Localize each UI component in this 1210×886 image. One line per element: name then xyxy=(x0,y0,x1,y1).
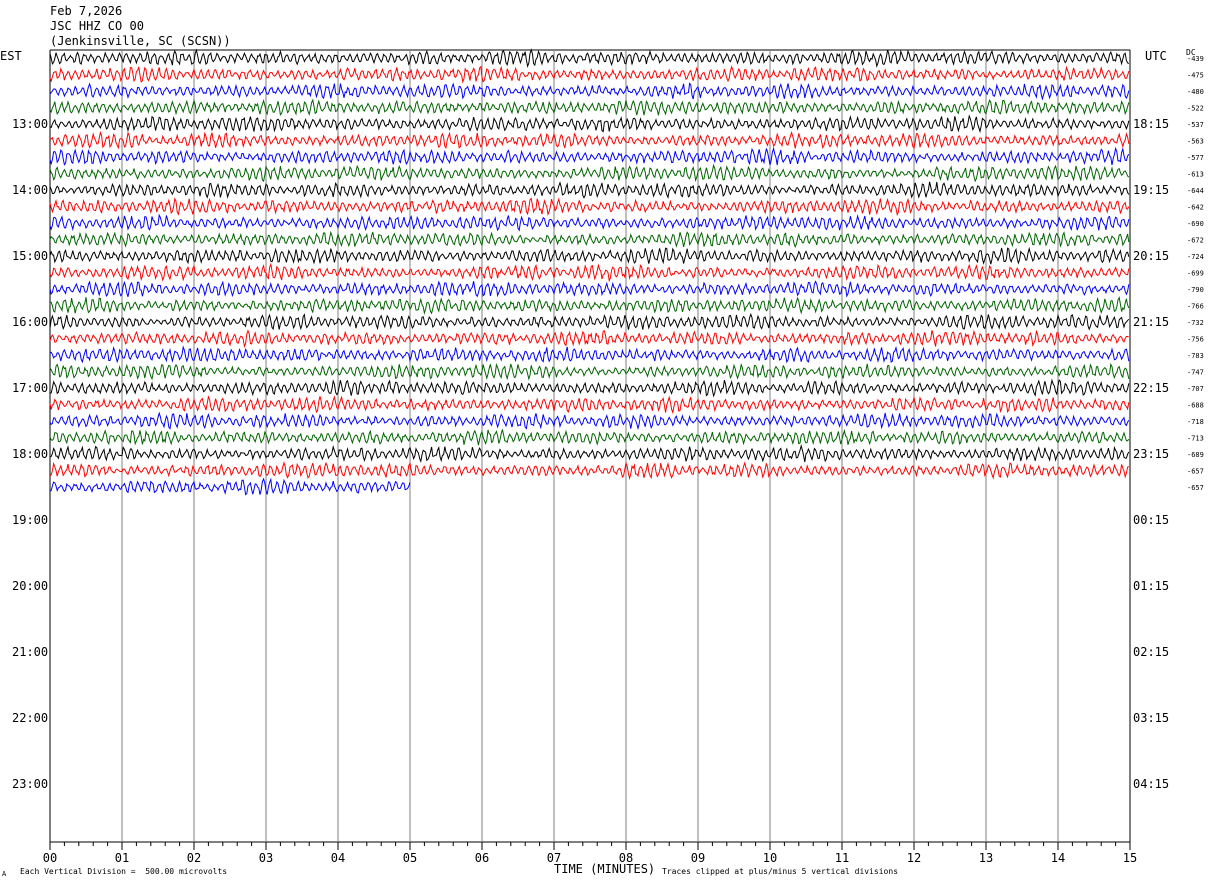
dc-offset-label: -718 xyxy=(1187,418,1204,426)
right-hour-label: 20:15 xyxy=(1133,249,1169,263)
trace-row-15 xyxy=(49,296,1130,315)
trace-row-6 xyxy=(49,146,1130,166)
vertical-division-note: Each Vertical Division = 500.00 microvol… xyxy=(20,867,228,876)
trace-row-20 xyxy=(49,378,1130,398)
x-tick-label: 11 xyxy=(835,851,849,865)
left-hour-label: 16:00 xyxy=(12,315,48,329)
x-tick-label: 03 xyxy=(259,851,273,865)
trace-row-3 xyxy=(49,98,1130,116)
left-hour-label: 15:00 xyxy=(12,249,48,263)
trace-row-2 xyxy=(49,82,1130,101)
dc-offset-label: -439 xyxy=(1187,55,1204,63)
trace-row-0 xyxy=(49,48,1130,68)
left-hour-label: 23:00 xyxy=(12,777,48,791)
trace-row-10 xyxy=(49,213,1130,232)
dc-offset-label: -783 xyxy=(1187,352,1204,360)
dc-offset-label: -657 xyxy=(1187,484,1204,492)
dc-offset-label: -613 xyxy=(1187,171,1204,179)
dc-offset-label: -699 xyxy=(1187,270,1204,278)
trace-row-25 xyxy=(49,461,1130,481)
dc-offset-label: -475 xyxy=(1187,72,1204,80)
left-hour-label: 19:00 xyxy=(12,513,48,527)
trace-row-8 xyxy=(49,181,1130,199)
dc-offset-label: -732 xyxy=(1187,319,1204,327)
trace-row-12 xyxy=(49,246,1130,265)
right-hour-label: 23:15 xyxy=(1133,447,1169,461)
trace-row-1 xyxy=(49,65,1130,84)
trace-row-22 xyxy=(49,411,1130,431)
x-axis-label: TIME (MINUTES) xyxy=(554,862,656,876)
right-hour-label: 01:15 xyxy=(1133,579,1169,593)
dc-offset-label: -672 xyxy=(1187,237,1204,245)
dc-offset-label: -522 xyxy=(1187,105,1204,113)
trace-row-16 xyxy=(49,312,1130,331)
right-hour-label: 22:15 xyxy=(1133,381,1169,395)
dc-offset-label: -707 xyxy=(1187,385,1204,393)
x-tick-label: 15 xyxy=(1123,851,1137,865)
dc-offset-label: -724 xyxy=(1187,253,1204,261)
trace-row-4 xyxy=(49,114,1130,134)
trace-row-13 xyxy=(49,262,1130,283)
right-hour-label: 00:15 xyxy=(1133,513,1169,527)
x-tick-label: 04 xyxy=(331,851,345,865)
right-hour-label: 04:15 xyxy=(1133,777,1169,791)
dc-offset-label: -756 xyxy=(1187,336,1204,344)
x-tick-label: 10 xyxy=(763,851,777,865)
trace-row-26 xyxy=(49,477,411,496)
trace-row-23 xyxy=(49,428,1130,446)
x-tick-label: 02 xyxy=(187,851,201,865)
x-tick-label: 14 xyxy=(1051,851,1065,865)
trace-row-18 xyxy=(49,345,1130,364)
dc-offset-label: -644 xyxy=(1187,187,1204,195)
dc-offset-label: -657 xyxy=(1187,468,1204,476)
trace-row-9 xyxy=(49,197,1130,217)
right-hour-label: 21:15 xyxy=(1133,315,1169,329)
left-hour-label: 17:00 xyxy=(12,381,48,395)
trace-row-5 xyxy=(49,130,1130,150)
dc-offset-label: -766 xyxy=(1187,303,1204,311)
dc-offset-label: -480 xyxy=(1187,88,1204,96)
left-hour-label: 20:00 xyxy=(12,579,48,593)
x-tick-label: 01 xyxy=(115,851,129,865)
left-hour-label: 21:00 xyxy=(12,645,48,659)
x-tick-label: 00 xyxy=(43,851,57,865)
dc-offset-label: -537 xyxy=(1187,121,1204,129)
x-tick-label: 06 xyxy=(475,851,489,865)
dc-offset-label: -790 xyxy=(1187,286,1204,294)
x-tick-label: 12 xyxy=(907,851,921,865)
left-hour-label: 14:00 xyxy=(12,183,48,197)
trace-row-11 xyxy=(49,230,1130,249)
left-hour-label: 22:00 xyxy=(12,711,48,725)
dc-offset-label: -642 xyxy=(1187,204,1204,212)
x-tick-label: 05 xyxy=(403,851,417,865)
dc-offset-label: -688 xyxy=(1187,402,1204,410)
right-hour-label: 02:15 xyxy=(1133,645,1169,659)
trace-row-19 xyxy=(49,362,1130,381)
right-hour-label: 03:15 xyxy=(1133,711,1169,725)
left-hour-label: 13:00 xyxy=(12,117,48,131)
right-hour-label: 18:15 xyxy=(1133,117,1169,131)
corner-mark: A xyxy=(2,870,7,878)
dc-offset-label: -689 xyxy=(1187,451,1204,459)
x-tick-label: 13 xyxy=(979,851,993,865)
helicorder-plot: 00 01 02 03 04 05 06 07 08 09 10 11 12 13 14 1513:0014:… xyxy=(12,48,1204,865)
dc-offset-label: -577 xyxy=(1187,154,1204,162)
right-hour-label: 19:15 xyxy=(1133,183,1169,197)
left-hour-label: 18:00 xyxy=(12,447,48,461)
trace-row-7 xyxy=(49,163,1130,183)
trace-row-24 xyxy=(49,443,1130,464)
dc-offset-label: -713 xyxy=(1187,435,1204,443)
clip-note: Traces clipped at plus/minus 5 vertical … xyxy=(662,867,899,876)
dc-offset-label: -690 xyxy=(1187,220,1204,228)
dc-offset-label: -563 xyxy=(1187,138,1204,146)
trace-row-14 xyxy=(49,280,1130,298)
trace-row-21 xyxy=(49,395,1130,415)
trace-row-17 xyxy=(49,329,1129,349)
x-tick-label: 09 xyxy=(691,851,705,865)
dc-offset-label: -747 xyxy=(1187,369,1204,377)
